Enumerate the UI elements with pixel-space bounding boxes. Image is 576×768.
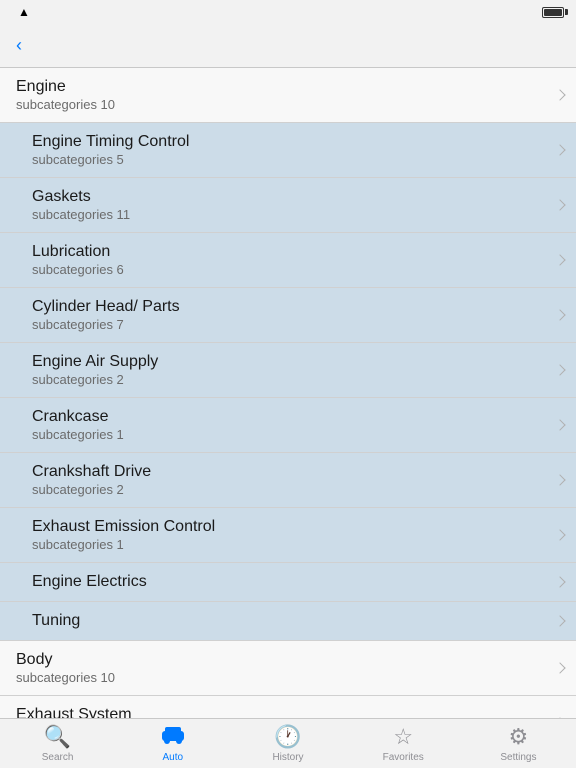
list-item-title: Exhaust System <box>16 706 560 718</box>
list-item[interactable]: Exhaust Systemsubcategories 6 <box>0 696 576 718</box>
list-item-title: Engine Electrics <box>32 573 560 591</box>
list-item[interactable]: Tuning <box>0 602 576 641</box>
list-item-subtitle: subcategories 5 <box>32 152 560 167</box>
history-icon: 🕐 <box>274 724 301 750</box>
tab-bar: 🔍 Search Auto 🕐 History ☆ Favorites ⚙ Settings <box>0 718 576 768</box>
list-item-title: Engine Air Supply <box>32 353 560 371</box>
tab-auto[interactable]: Auto <box>115 719 230 768</box>
expanded-section: Enginesubcategories 10Engine Timing Cont… <box>0 68 576 641</box>
tab-label-search: Search <box>42 752 74 763</box>
nav-bar: ‹ <box>0 24 576 68</box>
status-left: ▲ <box>12 5 30 19</box>
tab-label-favorites: Favorites <box>383 752 424 763</box>
favorites-icon: ☆ <box>393 724 413 750</box>
tab-label-auto: Auto <box>163 752 184 763</box>
list-item[interactable]: Enginesubcategories 10 <box>0 68 576 123</box>
list-item-subtitle: subcategories 10 <box>16 97 560 112</box>
list-item-subtitle: subcategories 7 <box>32 317 560 332</box>
list-item-subtitle: subcategories 2 <box>32 482 560 497</box>
list-item[interactable]: Crankshaft Drivesubcategories 2 <box>0 453 576 508</box>
list-item-title: Lubrication <box>32 243 560 261</box>
list-item-title: Exhaust Emission Control <box>32 518 560 536</box>
status-right <box>538 7 564 18</box>
list-item[interactable]: Exhaust Emission Controlsubcategories 1 <box>0 508 576 563</box>
list-item-title: Body <box>16 651 560 669</box>
tab-settings[interactable]: ⚙ Settings <box>461 719 576 768</box>
battery-icon <box>542 7 564 18</box>
tab-history[interactable]: 🕐 History <box>230 719 345 768</box>
list-item-subtitle: subcategories 2 <box>32 372 560 387</box>
list-item[interactable]: Crankcasesubcategories 1 <box>0 398 576 453</box>
list-item-subtitle: subcategories 1 <box>32 427 560 442</box>
list-item-title: Crankcase <box>32 408 560 426</box>
list-item[interactable]: Gasketssubcategories 11 <box>0 178 576 233</box>
category-list: Enginesubcategories 10Engine Timing Cont… <box>0 68 576 718</box>
list-item-title: Gaskets <box>32 188 560 206</box>
tab-label-history: History <box>272 752 303 763</box>
list-item-title: Crankshaft Drive <box>32 463 560 481</box>
tab-favorites[interactable]: ☆ Favorites <box>346 719 461 768</box>
status-bar: ▲ <box>0 0 576 24</box>
list-item[interactable]: Bodysubcategories 10 <box>0 641 576 696</box>
tab-search[interactable]: 🔍 Search <box>0 719 115 768</box>
list-item[interactable]: Cylinder Head/ Partssubcategories 7 <box>0 288 576 343</box>
back-button[interactable]: ‹ <box>16 35 24 56</box>
list-item-subtitle: subcategories 11 <box>32 207 560 222</box>
list-item-subtitle: subcategories 6 <box>32 262 560 277</box>
list-item-title: Cylinder Head/ Parts <box>32 298 560 316</box>
settings-icon: ⚙ <box>509 724 529 750</box>
list-item[interactable]: Lubricationsubcategories 6 <box>0 233 576 288</box>
auto-icon <box>160 724 186 750</box>
list-item[interactable]: Engine Air Supplysubcategories 2 <box>0 343 576 398</box>
list-item[interactable]: Engine Timing Controlsubcategories 5 <box>0 123 576 178</box>
tab-label-settings: Settings <box>500 752 536 763</box>
list-item[interactable]: Engine Electrics <box>0 563 576 602</box>
list-item-title: Tuning <box>32 612 560 630</box>
search-icon: 🔍 <box>44 724 71 750</box>
back-chevron: ‹ <box>16 35 22 56</box>
list-item-subtitle: subcategories 10 <box>16 670 560 685</box>
list-item-title: Engine <box>16 78 560 96</box>
wifi-icon: ▲ <box>18 5 30 19</box>
list-item-title: Engine Timing Control <box>32 133 560 151</box>
list-item-subtitle: subcategories 1 <box>32 537 560 552</box>
